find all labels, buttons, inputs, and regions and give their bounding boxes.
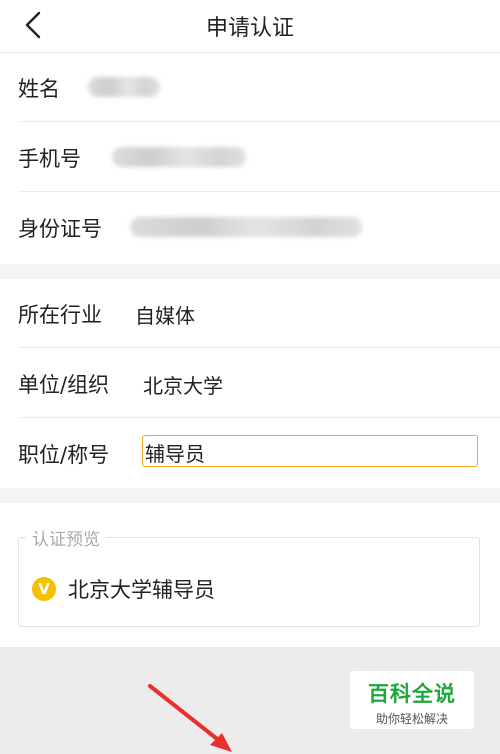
watermark-subtitle: 助你轻松解决	[375, 712, 448, 726]
red-arrow-annotation	[148, 684, 232, 752]
watermark-title: 百科全说	[368, 682, 456, 706]
watermark-logo: 百科全说 助你轻松解决	[350, 671, 474, 729]
